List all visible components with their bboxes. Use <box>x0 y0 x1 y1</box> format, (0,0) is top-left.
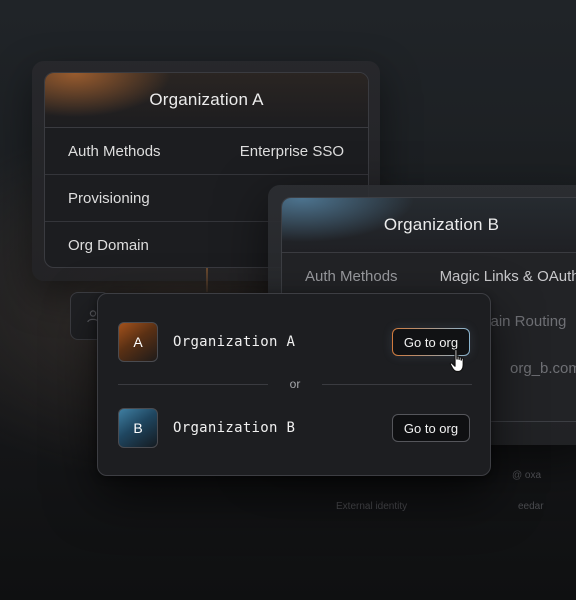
faded-label-1: @ oxa <box>512 470 542 481</box>
auth-methods-value: Enterprise SSO <box>239 142 344 160</box>
org-a-auth-methods-row: Auth Methods Enterprise SSO <box>45 128 368 175</box>
org-b-name: Organization B <box>173 420 296 436</box>
org-b-auth-label: Auth Methods <box>305 268 398 285</box>
org-option-a: A Organization A Go to org <box>118 322 470 362</box>
faded-label-3: eedar <box>518 501 544 512</box>
go-to-org-b-button[interactable]: Go to org <box>392 414 470 442</box>
org-b-domain-value: org_b.com <box>510 360 576 377</box>
divider-left <box>118 384 268 385</box>
provisioning-label: Provisioning <box>68 189 150 207</box>
org-b-auth-value: Magic Links & OAuth <box>439 268 576 285</box>
faded-label-2: External identity <box>336 501 408 512</box>
org-a-avatar: A <box>118 322 158 362</box>
connector-line <box>206 268 208 292</box>
org-a-card-title: Organization A <box>45 73 368 128</box>
domain-routing-label: main Routing <box>478 313 567 330</box>
org-switcher-modal: A Organization A Go to org or B Organiza… <box>97 293 491 476</box>
org-b-card-title: Organization B <box>282 198 576 253</box>
org-b-avatar: B <box>118 408 158 448</box>
org-option-b: B Organization B Go to org <box>118 408 470 448</box>
hand-pointer-icon <box>449 348 464 373</box>
or-separator: or <box>289 377 301 391</box>
auth-methods-label: Auth Methods <box>68 142 161 160</box>
org-domain-label: Org Domain <box>68 237 149 254</box>
org-a-name: Organization A <box>173 334 296 350</box>
divider-right <box>322 384 472 385</box>
